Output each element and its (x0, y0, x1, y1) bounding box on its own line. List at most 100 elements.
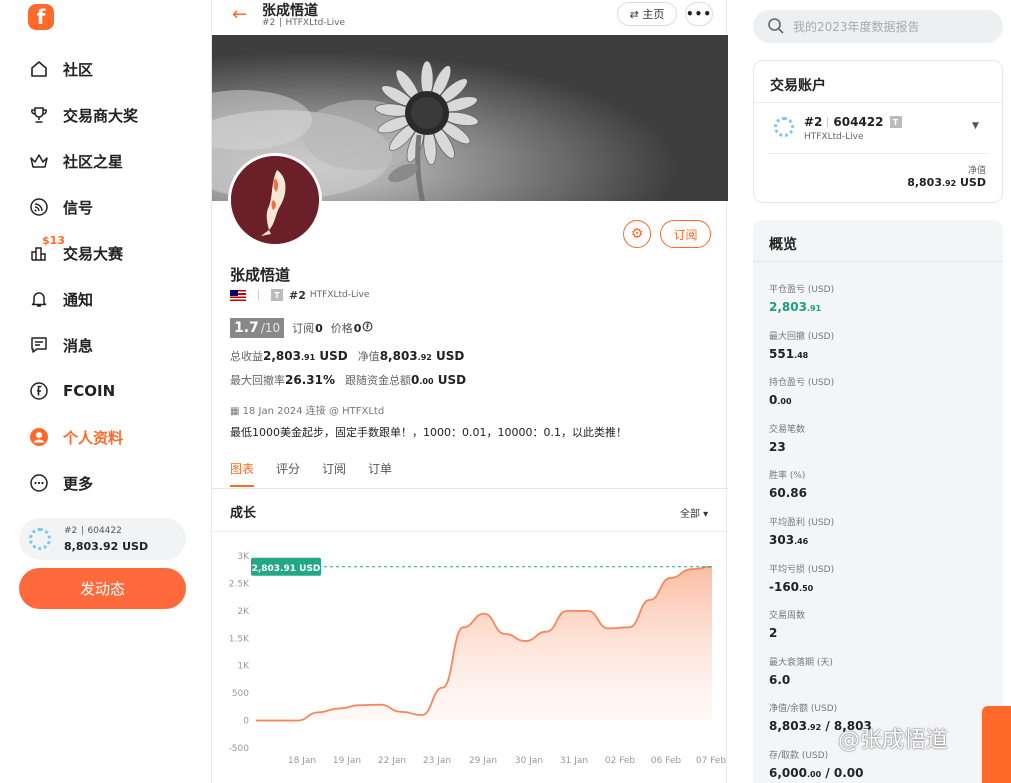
nav-item-community[interactable]: 社区 (28, 46, 198, 92)
nav-label: 消息 (63, 336, 94, 355)
nav-item-signals[interactable]: 信号 (28, 184, 198, 230)
fxlogo-icon[interactable]: f (28, 4, 54, 30)
x-tick-label: 18 Jan (288, 756, 316, 766)
left-nav: f 社区 交易商大奖 社区之星 信号 $13 交易大赛 通知 消息 FCOIN … (0, 0, 200, 783)
trophy-icon (28, 104, 50, 126)
x-tick-label: 29 Jan (469, 756, 497, 766)
search-input[interactable] (793, 16, 993, 37)
malaysia-flag-icon (230, 289, 246, 301)
trading-account-card: 交易账户 #2 604422 T HTFXLtd-Live ▼ 净值 8,803… (753, 60, 1003, 203)
nav-label: 交易大赛 (63, 244, 124, 263)
dropdown-caret-icon[interactable]: ▼ (972, 121, 979, 131)
overview-item: 持仓盈亏 (USD) 0.00 (769, 375, 834, 407)
tab-chart[interactable]: 图表 (230, 460, 255, 487)
broker-handle[interactable]: @ HTFXLtd (329, 406, 384, 417)
x-tick-label: 02 Feb (605, 756, 636, 766)
nav-item-fcoin[interactable]: FCOIN (28, 368, 198, 414)
subscribe-count: 0 (315, 321, 323, 335)
growth-title: 成长 (230, 506, 257, 521)
avatar[interactable] (228, 153, 322, 247)
subscribe-button[interactable]: 订阅 (660, 220, 711, 248)
nav-item-profile[interactable]: 个人资料 (28, 414, 198, 460)
settings-gear-icon[interactable]: ⚙ (623, 220, 651, 248)
subscribe-count-label: 订阅 (292, 322, 315, 335)
page-subtitle: #2 ∣ HTFXLtd-Live (262, 18, 345, 28)
account-number: #2 ∣ 604422 (64, 526, 122, 536)
nav-item-community-stars[interactable]: 社区之星 (28, 138, 198, 184)
follow-funds-label: 跟随资金总额 (344, 374, 411, 387)
account-ring-icon (29, 528, 51, 550)
nav-item-notifications[interactable]: 通知 (28, 276, 198, 322)
profile-tabs: 图表 评分 订阅 订单 (230, 460, 414, 487)
bio: 最低1000美金起步，固定手数跟单！，1000：0.01，10000：0.1，以… (230, 426, 627, 439)
overview-value: 2,803.91 (769, 300, 822, 314)
overview-item: 平仓盈亏 (USD) 2,803.91 (769, 282, 834, 314)
x-tick-label: 07 Feb (696, 756, 727, 766)
contest-badge: $13 (42, 234, 65, 247)
top-bar: ← 张成悟道 #2 ∣ HTFXLtd-Live ⇄ 主页 ••• (212, 0, 728, 35)
overview-label: 交易笔数 (769, 424, 806, 435)
y-tick-label: 500 (232, 689, 249, 699)
nav-item-messages[interactable]: 消息 (28, 322, 198, 368)
overview-item: 平均亏损 (USD) -160.50 (769, 562, 834, 594)
divider (212, 531, 728, 532)
x-tick-label: 23 Jan (423, 756, 451, 766)
rating-value: 1.7 (234, 320, 259, 336)
max-drawdown-label: 最大回撤率 (230, 374, 285, 387)
nav-item-more[interactable]: 更多 (28, 460, 198, 506)
divider (768, 153, 988, 154)
overview-item: 交易笔数 23 (769, 422, 805, 454)
growth-chart-svg: 3K 2.5K 2K 1.5K 1K 500 0 -500 2,803.91 USD 18 Jan… (229, 552, 727, 766)
tab-subscription[interactable]: 订阅 (322, 460, 346, 487)
post-button[interactable]: 发动态 (19, 568, 186, 609)
t-badge-icon: T (271, 289, 283, 301)
nav-item-broker-awards[interactable]: 交易商大奖 (28, 92, 198, 138)
rank: #2 (289, 288, 306, 302)
nav-item-trading-contest[interactable]: $13 交易大赛 (28, 230, 198, 276)
overview-label: 平仓盈亏 (USD) (769, 285, 835, 295)
more-options-button[interactable]: ••• (685, 2, 713, 26)
net-value: 8,803.92 USD (379, 349, 465, 363)
overview-item: 平均盈利 (USD) 303.46 (769, 515, 834, 547)
nav-label: 社区之星 (63, 152, 124, 171)
crown-icon (28, 150, 50, 172)
overview-item: 最大衰落期 (天) 6.0 (769, 655, 833, 687)
nav-label: 通知 (63, 290, 94, 309)
account-server: HTFXLtd-Live (804, 132, 864, 142)
card-title: 概览 (753, 220, 1003, 262)
y-tick-label: 2K (237, 607, 250, 617)
rating-denominator: /10 (260, 321, 281, 335)
home-button[interactable]: ⇄ 主页 (617, 2, 677, 26)
profile-meta-row: T #2 HTFXLtd-Live (230, 288, 369, 302)
back-arrow-icon[interactable]: ← (232, 4, 247, 25)
overview-value: 6,000.00 / 0.00 (769, 766, 864, 780)
growth-chart: 3K 2.5K 2K 1.5K 1K 500 0 -500 2,803.91 USD 18 Jan… (212, 540, 728, 783)
account-switcher[interactable]: #2 ∣ 604422 8,803.92 USD (19, 518, 186, 560)
overview-label: 交易周数 (769, 611, 806, 622)
y-tick-label: 3K (237, 552, 250, 562)
total-profit-value: 2,803.91 USD (263, 349, 348, 363)
search-bar[interactable] (753, 10, 1003, 43)
t-badge-icon: T (889, 116, 902, 128)
profit-row: 总收益 2,803.91 USD 净值 8,803.92 USD (230, 348, 474, 364)
koi-avatar-icon (231, 156, 319, 244)
y-tick-label: 2.5K (229, 579, 250, 589)
account-ring-icon (774, 117, 794, 137)
x-tick-label: 19 Jan (333, 756, 361, 766)
account-balance: 8,803.92 USD (64, 540, 149, 553)
tab-orders[interactable]: 订单 (368, 460, 392, 487)
price-label: 价格 (330, 322, 353, 335)
page-title: 张成悟道 (262, 3, 318, 19)
range-dropdown[interactable]: 全部 ▾ (680, 505, 708, 520)
overview-value: 6.0 (769, 672, 791, 687)
bell-icon (28, 288, 50, 310)
tab-rating[interactable]: 评分 (276, 460, 300, 487)
price-value: 0 (353, 321, 362, 335)
card-title: 交易账户 (754, 61, 1002, 103)
overview-item: 交易周数 2 (769, 608, 805, 640)
profile-main: ← 张成悟道 #2 ∣ HTFXLtd-Live ⇄ 主页 ••• ⚙ 订阅 张… (211, 0, 728, 783)
fcoin-small-icon (362, 321, 373, 335)
overview-value: 303.46 (769, 533, 809, 547)
rating-badge: 1.7/10 (230, 318, 285, 338)
overview-label: 持仓盈亏 (USD) (769, 378, 835, 389)
